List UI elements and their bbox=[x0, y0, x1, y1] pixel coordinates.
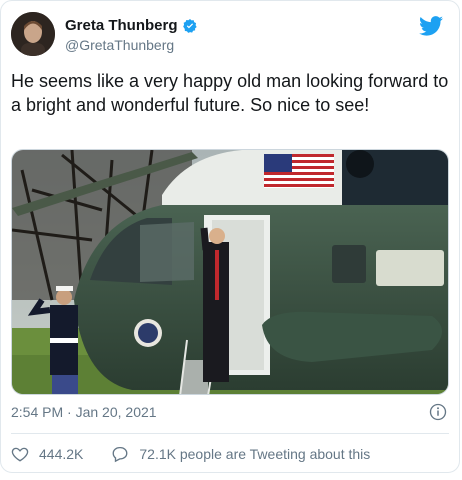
heart-icon bbox=[11, 447, 29, 462]
author-handle[interactable]: @GretaThunberg bbox=[65, 37, 174, 53]
twitter-bird-icon[interactable] bbox=[419, 16, 443, 36]
tweet-text: He seems like a very happy old man looki… bbox=[11, 71, 449, 115]
author-name[interactable]: Greta Thunberg bbox=[65, 17, 178, 34]
conversation-text: 72.1K people are Tweeting about this bbox=[139, 446, 371, 462]
author-name-row[interactable]: Greta Thunberg bbox=[65, 17, 198, 34]
tweet-timestamp[interactable]: 2:54 PM · Jan 20, 2021 bbox=[11, 404, 157, 420]
author-avatar[interactable] bbox=[11, 12, 55, 56]
verified-badge-icon bbox=[182, 18, 197, 33]
tweet-divider bbox=[11, 433, 449, 434]
timestamp-separator: · bbox=[67, 404, 72, 420]
info-icon[interactable] bbox=[429, 403, 447, 421]
like-button[interactable]: 444.2K bbox=[11, 445, 83, 463]
tweet-photo[interactable] bbox=[11, 149, 449, 395]
tweet-time: 2:54 PM bbox=[11, 404, 64, 420]
helicopter-photo bbox=[12, 150, 448, 394]
tweet-date: Jan 20, 2021 bbox=[75, 404, 157, 420]
tweet-actions: 444.2K 72.1K people are Tweeting about t… bbox=[11, 445, 370, 463]
reply-bubble-icon bbox=[112, 446, 128, 463]
conversation-link[interactable]: 72.1K people are Tweeting about this bbox=[111, 445, 370, 463]
like-count: 444.2K bbox=[39, 446, 84, 462]
tweet-card: Greta Thunberg @GretaThunberg He seems l… bbox=[0, 0, 460, 473]
